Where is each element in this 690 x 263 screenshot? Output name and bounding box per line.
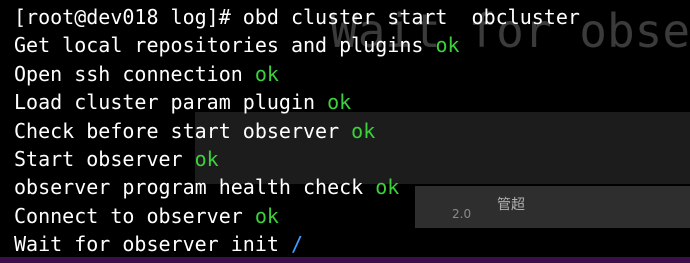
terminal-window[interactable]: Wait for observer i 管超 2.0 [root@dev018 … (0, 0, 690, 263)
step-status-ok: ok (327, 90, 352, 115)
step-text: observer program health check (14, 175, 364, 200)
terminal-output: [root@dev018 log]# obd cluster start obc… (14, 3, 580, 259)
step-status-ok: ok (375, 175, 400, 200)
step-text: Start observer (14, 146, 183, 171)
step-text: Load cluster param plugin (14, 90, 316, 115)
step-line: Connect to observer ok (14, 202, 580, 230)
step-status-ok: ok (254, 203, 279, 228)
step-text: Open ssh connection (14, 61, 243, 86)
step-status-ok: ok (254, 61, 279, 86)
step-line: Open ssh connection ok (14, 60, 580, 88)
step-line: Start observer ok (14, 145, 580, 173)
step-status-ok: ok (435, 33, 460, 58)
step-status-ok: ok (194, 146, 219, 171)
step-line: Get local repositories and plugins ok (14, 31, 580, 59)
step-text: Check before start observer (14, 118, 340, 143)
step-status-ok: ok (351, 118, 376, 143)
step-line: observer program health check ok (14, 173, 580, 201)
current-step-line: Wait for observer init / (14, 230, 580, 258)
progress-spinner: / (290, 232, 303, 257)
bottom-status-bar (0, 257, 690, 263)
command-prompt-line: [root@dev018 log]# obd cluster start obc… (14, 5, 580, 29)
step-line: Check before start observer ok (14, 117, 580, 145)
step-text: Connect to observer (14, 203, 243, 228)
step-text: Get local repositories and plugins (14, 33, 424, 58)
current-step-text: Wait for observer init (14, 232, 279, 257)
step-line: Load cluster param plugin ok (14, 88, 580, 116)
